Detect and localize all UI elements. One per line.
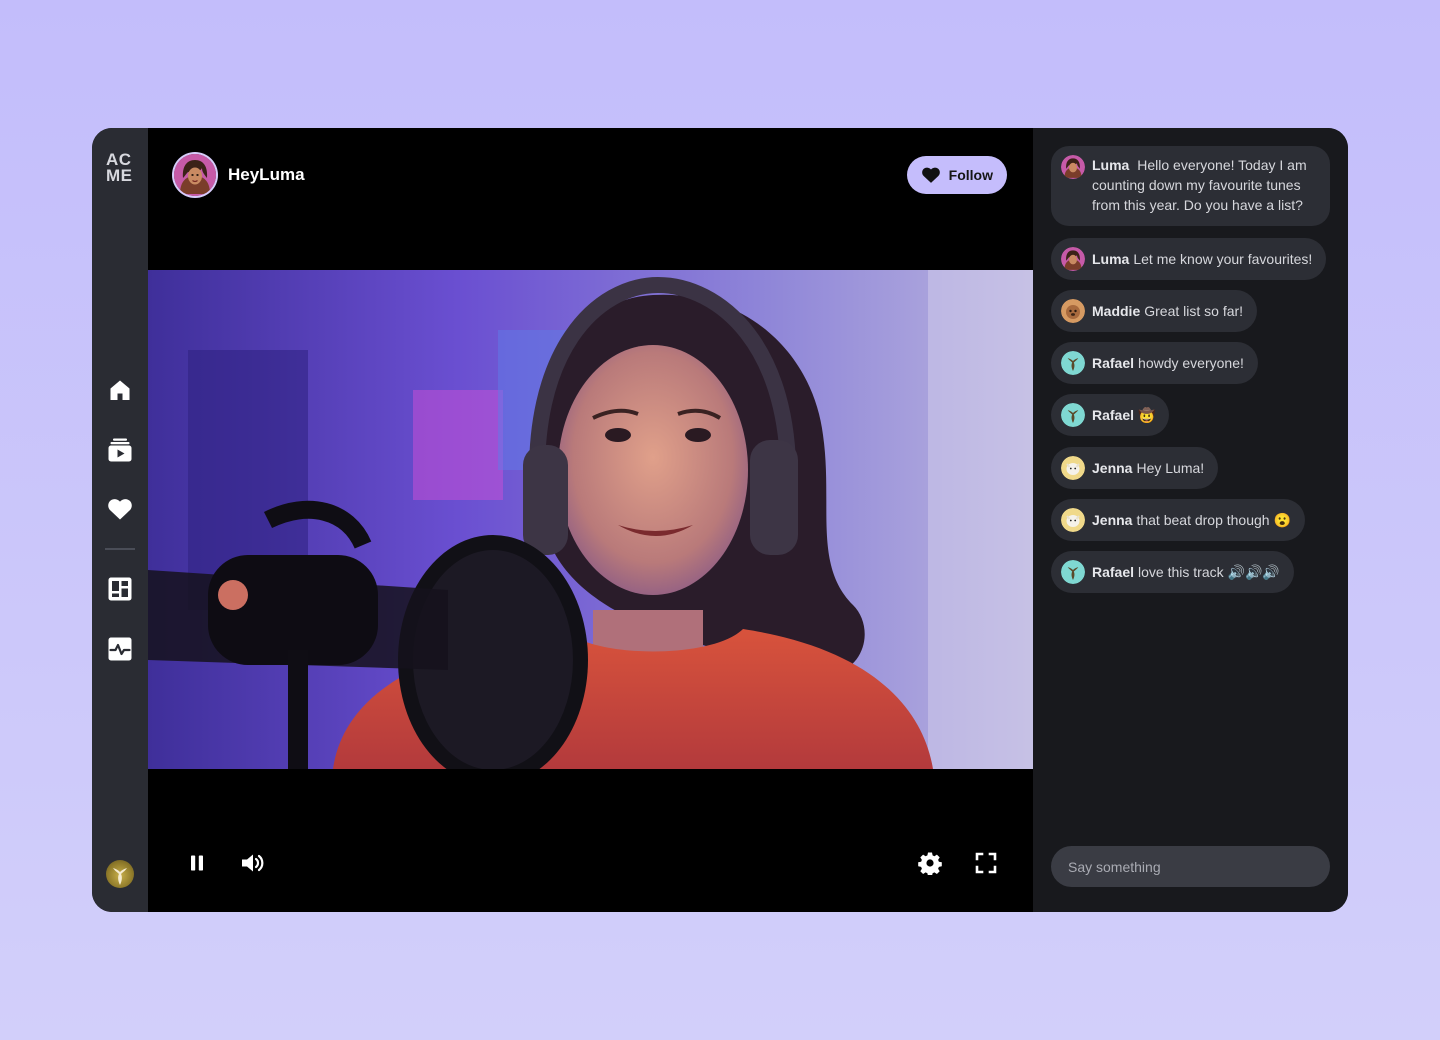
volume-icon[interactable] xyxy=(239,849,267,877)
chat-username[interactable]: Luma xyxy=(1092,157,1129,173)
chat-message: Rafael howdy everyone! xyxy=(1051,342,1258,384)
sidebar: AC ME xyxy=(92,128,148,912)
chat-input[interactable]: Say something xyxy=(1051,846,1330,887)
chat-username[interactable]: Jenna xyxy=(1092,458,1132,478)
video-frame[interactable] xyxy=(148,270,1033,769)
chat-username[interactable]: Maddie xyxy=(1092,301,1140,321)
chat-text: love this track 🔊🔊🔊 xyxy=(1138,564,1280,580)
avatar[interactable] xyxy=(1061,456,1085,480)
chat-text: Hey Luma! xyxy=(1136,460,1205,476)
chat-message: Luma Hello everyone! Today I am counting… xyxy=(1051,146,1330,226)
streaming-app-window: AC ME HeyLuma Follow Luma Hello everyone… xyxy=(92,128,1348,912)
streamer-name[interactable]: HeyLuma xyxy=(228,165,305,185)
avatar[interactable] xyxy=(1061,351,1085,375)
chat-input-placeholder: Say something xyxy=(1068,858,1161,875)
chat-message: Rafael 🤠 xyxy=(1051,394,1170,436)
fullscreen-icon[interactable] xyxy=(972,849,1000,877)
chat-text: howdy everyone! xyxy=(1138,355,1244,371)
avatar[interactable] xyxy=(1061,508,1085,532)
chat-message: Rafael love this track 🔊🔊🔊 xyxy=(1051,551,1294,593)
dashboard-icon[interactable] xyxy=(106,575,134,603)
chat-message: Luma Let me know your favourites! xyxy=(1051,238,1327,280)
follow-label: Follow xyxy=(948,167,993,183)
heart-icon xyxy=(921,167,940,183)
heart-icon[interactable] xyxy=(106,495,134,523)
gear-icon[interactable] xyxy=(916,849,944,877)
user-avatar[interactable] xyxy=(106,860,134,888)
chat-message: Maddie Great list so far! xyxy=(1051,290,1258,332)
chat-username[interactable]: Rafael xyxy=(1092,562,1134,582)
chat-message-body: Luma Hello everyone! Today I am counting… xyxy=(1092,155,1316,215)
home-icon[interactable] xyxy=(106,376,134,404)
chat-text: Let me know your favourites! xyxy=(1133,251,1313,267)
follow-button[interactable]: Follow xyxy=(906,156,1007,194)
avatar[interactable] xyxy=(1061,247,1085,271)
chat-text: that beat drop though 😮 xyxy=(1136,512,1291,528)
stream-header: HeyLuma Follow xyxy=(174,154,1007,196)
activity-icon[interactable] xyxy=(106,635,134,663)
chat-username[interactable]: Rafael xyxy=(1092,353,1134,373)
avatar[interactable] xyxy=(1061,299,1085,323)
pause-icon[interactable] xyxy=(183,849,211,877)
chat-text: 🤠 xyxy=(1138,407,1156,423)
logo-line-2: ME xyxy=(106,166,133,185)
chat-panel: Luma Hello everyone! Today I am counting… xyxy=(1033,128,1348,912)
avatar[interactable] xyxy=(1061,560,1085,584)
sidebar-divider xyxy=(105,548,135,550)
avatar[interactable] xyxy=(1061,403,1085,427)
video-library-icon[interactable] xyxy=(106,436,134,464)
chat-username[interactable]: Jenna xyxy=(1092,510,1132,530)
chat-message: Jenna that beat drop though 😮 xyxy=(1051,499,1305,541)
chat-message: Jenna Hey Luma! xyxy=(1051,447,1219,489)
stream-player: HeyLuma Follow xyxy=(148,128,1033,912)
streamer-avatar[interactable] xyxy=(174,154,216,196)
brand-logo[interactable]: AC ME xyxy=(106,151,136,185)
chat-text: Great list so far! xyxy=(1144,303,1244,319)
avatar[interactable] xyxy=(1061,155,1085,179)
chat-username[interactable]: Luma xyxy=(1092,249,1129,269)
chat-username[interactable]: Rafael xyxy=(1092,405,1134,425)
